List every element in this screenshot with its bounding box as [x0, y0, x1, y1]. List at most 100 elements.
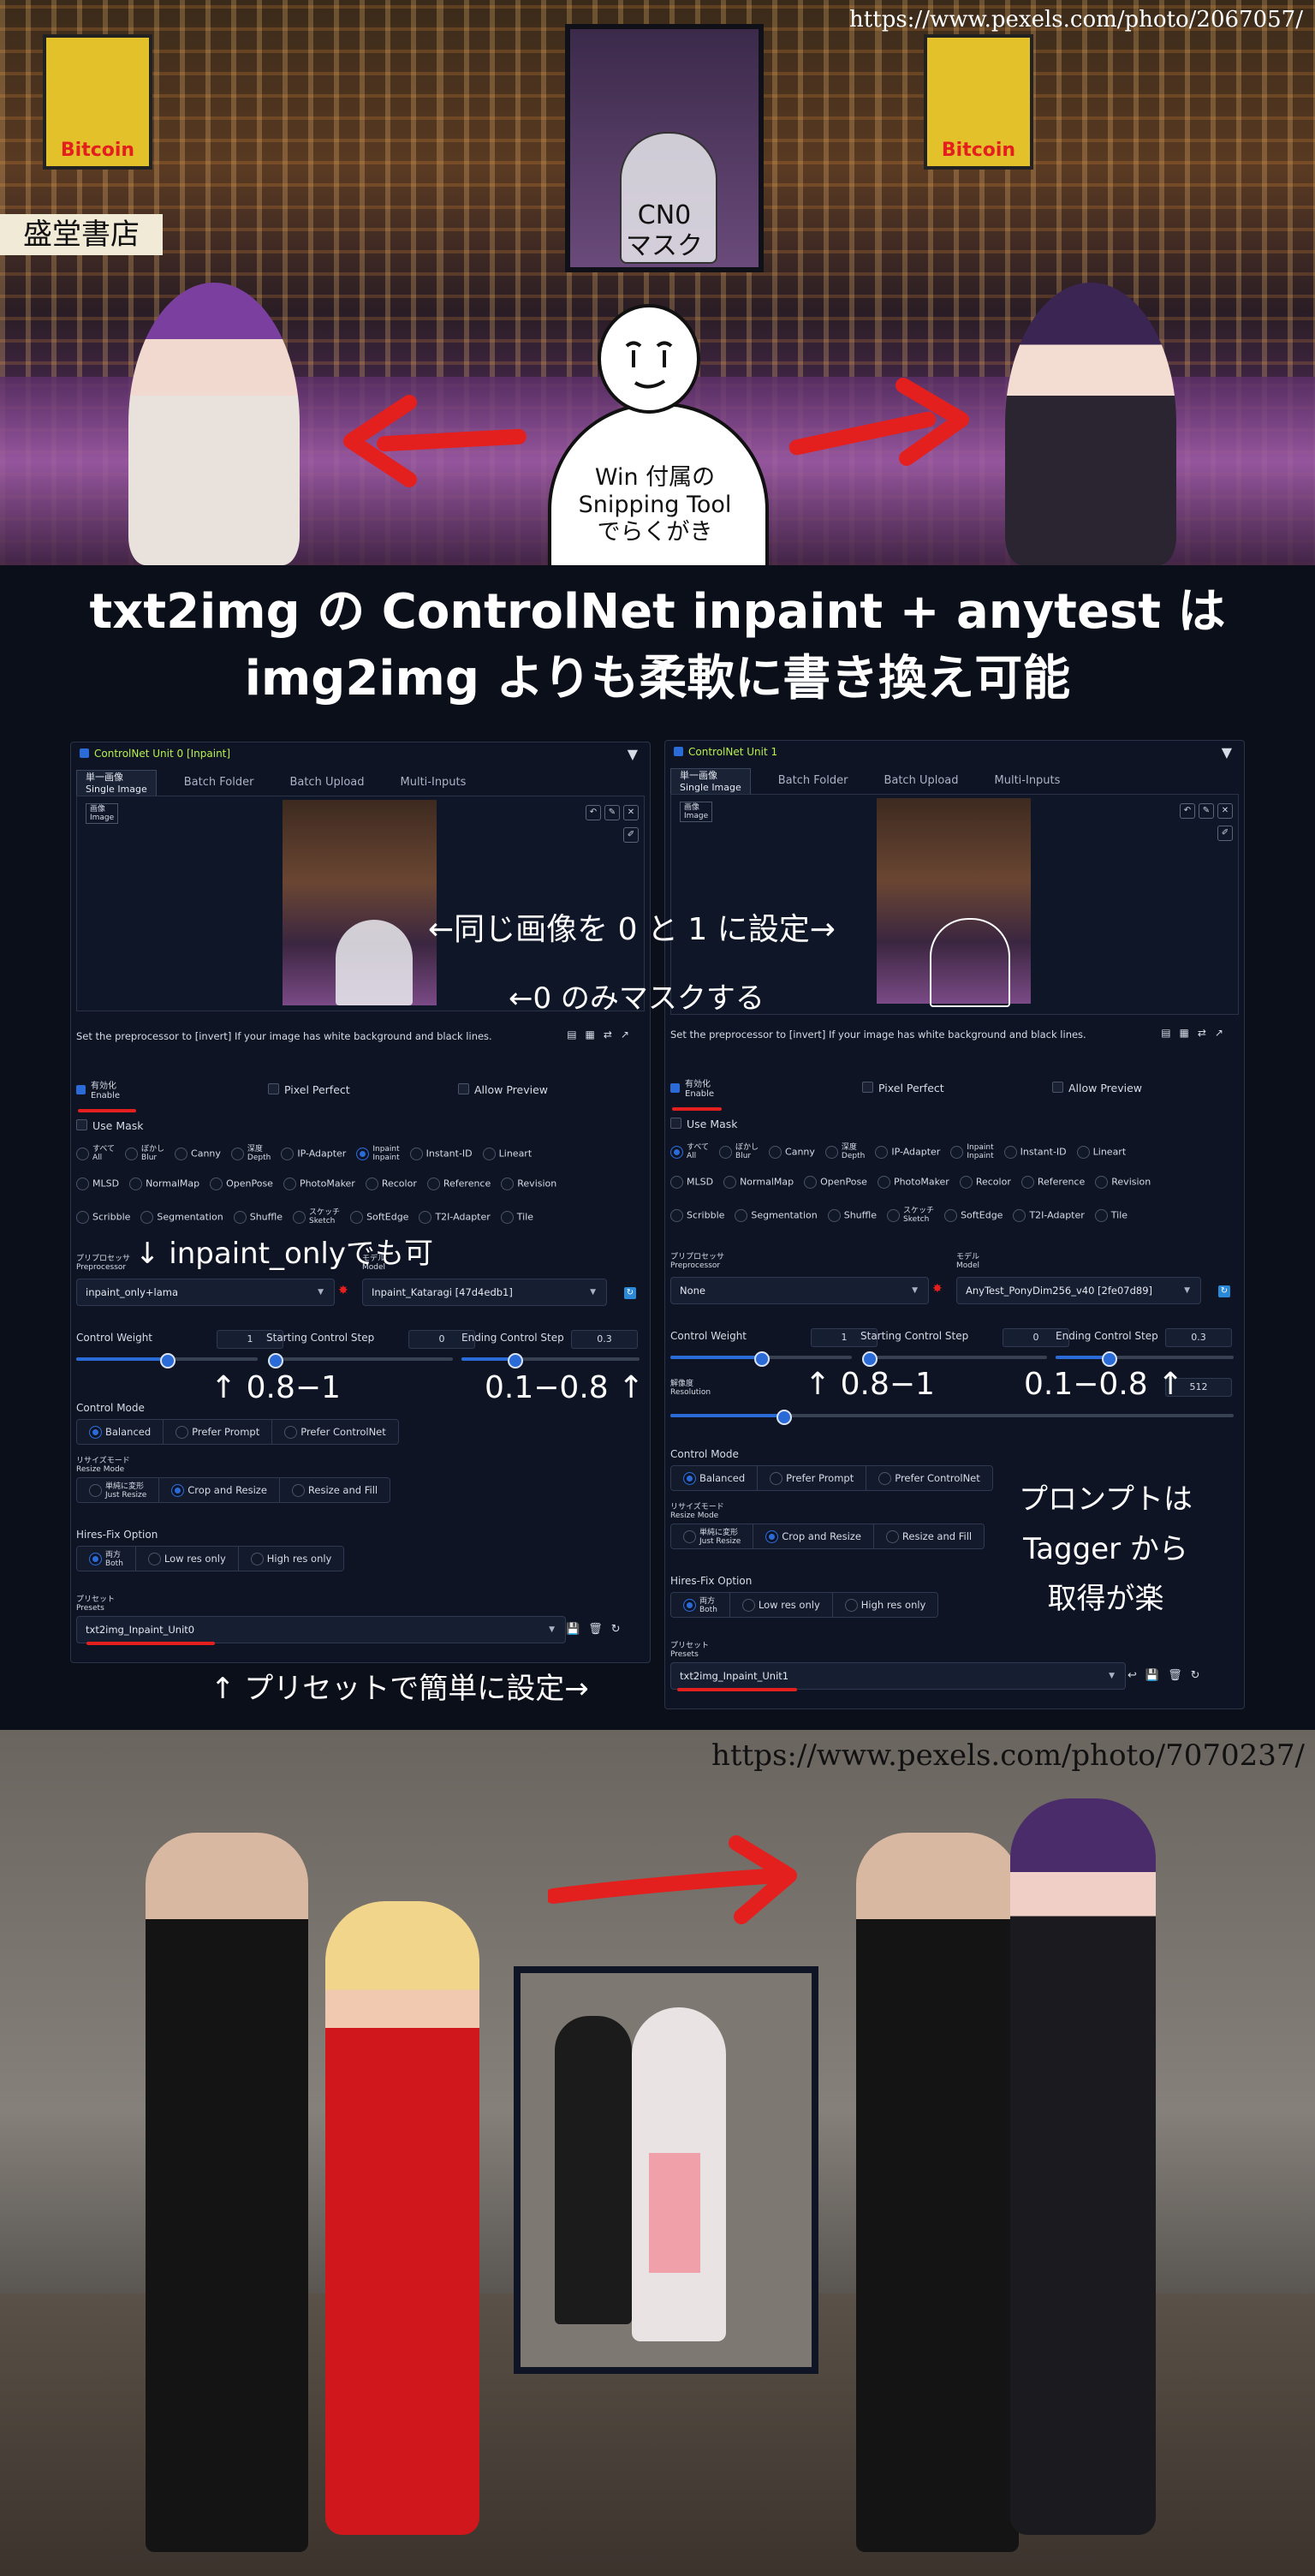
run-preprocessor-icon[interactable]: ✸: [932, 1282, 943, 1296]
control-mode-prefer-controlnet[interactable]: Prefer ControlNet: [866, 1466, 992, 1490]
control-type-option[interactable]: Lineart: [1076, 1145, 1126, 1159]
radio-icon[interactable]: [670, 1208, 683, 1222]
control-type-option[interactable]: Segmentation: [735, 1208, 818, 1222]
unit0-tool-icons[interactable]: ▤▦⇄↗: [567, 1029, 638, 1041]
radio-icon[interactable]: [1094, 1208, 1108, 1222]
unit1-pixel-perfect[interactable]: Pixel Perfect: [862, 1082, 944, 1094]
control-type-option[interactable]: OpenPose: [804, 1176, 867, 1189]
refresh-models-icon[interactable]: ↻: [1218, 1285, 1230, 1297]
edit-icon[interactable]: ✎: [604, 805, 620, 820]
unit1-start-slider[interactable]: [862, 1351, 1047, 1367]
unit1-enable[interactable]: 有効化 Enable: [670, 1080, 714, 1099]
radio-icon[interactable]: [670, 1176, 683, 1189]
control-type-option[interactable]: Shuffle: [827, 1208, 877, 1222]
brush-icon[interactable]: ✐: [623, 827, 639, 843]
radio-icon[interactable]: [426, 1178, 440, 1190]
run-preprocessor-icon[interactable]: ✸: [338, 1284, 348, 1297]
control-type-option[interactable]: Instant-ID: [1003, 1145, 1067, 1159]
hires-high-res-only[interactable]: High res only: [832, 1593, 938, 1617]
close-icon[interactable]: ✕: [623, 805, 639, 820]
radio-icon[interactable]: [210, 1178, 223, 1190]
collapse-icon[interactable]: ▼: [1222, 744, 1232, 760]
radio-icon[interactable]: [1003, 1145, 1017, 1159]
unit1-header[interactable]: ControlNet Unit 1: [674, 746, 777, 758]
unit1-use-mask[interactable]: Use Mask: [670, 1118, 738, 1130]
unit1-end-input[interactable]: 0.3: [1165, 1328, 1232, 1347]
control-type-option[interactable]: Reference: [426, 1178, 491, 1190]
control-type-option[interactable]: T2I-Adapter: [419, 1210, 491, 1224]
unit0-preset-actions[interactable]: 💾🗑↻: [566, 1623, 629, 1636]
control-type-option[interactable]: T2I-Adapter: [1013, 1208, 1085, 1222]
unit1-preprocessor-select[interactable]: None ▼: [670, 1277, 929, 1304]
unit1-end-slider[interactable]: [1056, 1351, 1234, 1367]
hires-low-res-only[interactable]: Low res only: [135, 1547, 239, 1571]
control-type-option[interactable]: Recolor: [365, 1178, 417, 1190]
hires-low-res-only[interactable]: Low res only: [729, 1593, 833, 1617]
radio-icon[interactable]: [719, 1145, 733, 1159]
unit0-pixel-perfect[interactable]: Pixel Perfect: [268, 1083, 350, 1096]
radio-icon[interactable]: [723, 1176, 737, 1189]
control-type-option[interactable]: NormalMap: [723, 1176, 794, 1189]
resize-crop-and-resize[interactable]: Crop and Resize: [753, 1524, 874, 1548]
undo-icon[interactable]: ↶: [586, 805, 601, 820]
radio-icon[interactable]: [769, 1145, 782, 1159]
unit0-preprocessor-select[interactable]: inpaint_only+lama ▼: [76, 1279, 335, 1306]
control-type-option[interactable]: Inpaint Inpaint: [950, 1143, 994, 1160]
radio-icon[interactable]: [804, 1176, 818, 1189]
unit0-weight-slider[interactable]: [76, 1353, 258, 1368]
radio-icon[interactable]: [175, 1147, 188, 1160]
radio-icon[interactable]: [76, 1178, 89, 1190]
radio-icon[interactable]: [230, 1147, 244, 1160]
control-type-option[interactable]: Canny: [175, 1147, 221, 1160]
control-type-option[interactable]: Revision: [1095, 1176, 1151, 1189]
radio-icon[interactable]: [76, 1147, 89, 1160]
radio-icon[interactable]: [233, 1210, 247, 1224]
unit0-preset-select[interactable]: txt2img_Inpaint_Unit0 ▼: [76, 1616, 566, 1643]
tab-batch-upload[interactable]: Batch Upload: [281, 770, 372, 796]
unit1-weight-slider[interactable]: [670, 1351, 852, 1367]
control-type-option[interactable]: MLSD: [670, 1176, 713, 1189]
unit0-use-mask[interactable]: Use Mask: [76, 1119, 144, 1132]
radio-icon[interactable]: [501, 1178, 515, 1190]
unit0-start-slider[interactable]: [268, 1353, 453, 1368]
control-type-option[interactable]: Tile: [1094, 1208, 1128, 1222]
radio-icon[interactable]: [944, 1208, 958, 1222]
unit0-model-select[interactable]: Inpaint_Kataragi [47d4edb1] ▼: [362, 1279, 607, 1306]
control-type-option[interactable]: 深度 Depth: [230, 1145, 271, 1162]
tab-batch-folder[interactable]: Batch Folder: [176, 770, 263, 796]
unit1-model-select[interactable]: AnyTest_PonyDim256_v40 [2fe07d89] ▼: [956, 1277, 1201, 1304]
tab-multi-inputs[interactable]: Multi-Inputs: [392, 770, 475, 796]
control-mode-prefer-controlnet[interactable]: Prefer ControlNet: [272, 1420, 398, 1444]
resize-just-resize[interactable]: 単純に変形 Just Resize: [77, 1478, 160, 1502]
radio-icon[interactable]: [887, 1208, 901, 1222]
resize-just-resize[interactable]: 単純に変形 Just Resize: [671, 1524, 754, 1548]
radio-icon[interactable]: [877, 1176, 890, 1189]
control-type-option[interactable]: Lineart: [482, 1147, 532, 1160]
unit0-header[interactable]: ControlNet Unit 0 [Inpaint]: [80, 748, 230, 760]
radio-icon[interactable]: [419, 1210, 432, 1224]
unit0-end-slider[interactable]: [461, 1353, 640, 1368]
close-icon[interactable]: ✕: [1217, 803, 1233, 819]
control-type-option[interactable]: Scribble: [670, 1208, 724, 1222]
control-mode-prefer-prompt[interactable]: Prefer Prompt: [758, 1466, 867, 1490]
unit0-allow-preview[interactable]: Allow Preview: [458, 1083, 548, 1096]
edit-icon[interactable]: ✎: [1199, 803, 1214, 819]
radio-icon[interactable]: [140, 1210, 154, 1224]
radio-icon[interactable]: [482, 1147, 496, 1160]
control-mode-prefer-prompt[interactable]: Prefer Prompt: [164, 1420, 273, 1444]
control-mode-balanced[interactable]: Balanced: [671, 1466, 759, 1490]
unit0-end-input[interactable]: 0.3: [571, 1330, 638, 1349]
control-type-option[interactable]: ぼかし Blur: [125, 1145, 164, 1162]
radio-icon[interactable]: [350, 1210, 364, 1224]
unit0-enable[interactable]: 有効化 Enable: [76, 1082, 120, 1100]
control-type-option[interactable]: Segmentation: [140, 1210, 223, 1224]
tab-single-image[interactable]: 単一画像 Single Image: [670, 768, 751, 794]
control-type-option[interactable]: スケッチ Sketch: [887, 1207, 934, 1224]
tab-single-image[interactable]: 単一画像 Single Image: [76, 770, 157, 796]
control-type-option[interactable]: IP-Adapter: [875, 1145, 940, 1159]
radio-icon[interactable]: [959, 1176, 973, 1189]
control-type-option[interactable]: Tile: [500, 1210, 533, 1224]
radio-icon[interactable]: [824, 1145, 838, 1159]
brush-icon[interactable]: ✐: [1217, 826, 1233, 841]
radio-icon[interactable]: [875, 1145, 889, 1159]
